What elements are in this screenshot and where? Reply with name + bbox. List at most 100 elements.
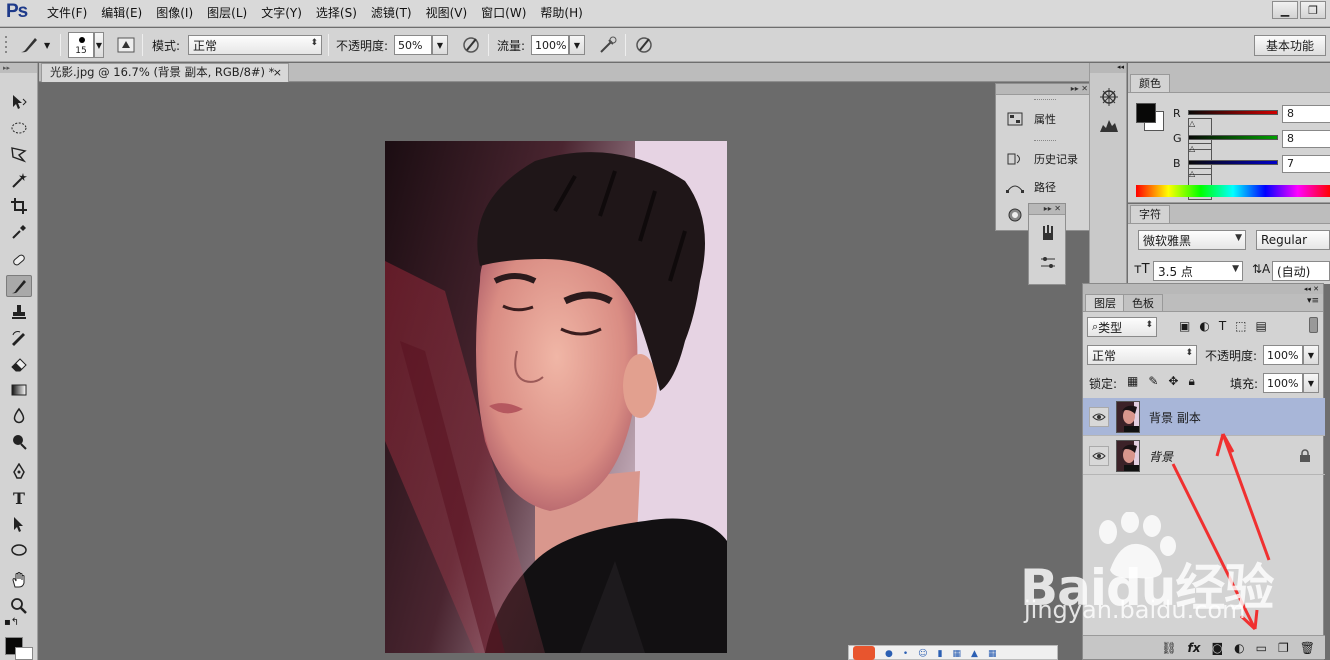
ime-lang-icon[interactable]: ● (885, 649, 893, 659)
eyedropper-tool[interactable] (6, 221, 32, 243)
move-tool[interactable] (6, 91, 32, 113)
canvas-area[interactable] (39, 83, 1089, 660)
zoom-tool[interactable] (6, 595, 32, 617)
type-tool[interactable]: T (6, 487, 32, 509)
menu-layer[interactable]: 图层(L) (200, 0, 254, 27)
navigator-icon[interactable] (1099, 87, 1119, 110)
brush-dot-icon (79, 37, 85, 43)
pen-tool[interactable] (6, 461, 32, 483)
healing-brush-tool[interactable] (6, 249, 32, 271)
font-family-select[interactable]: 微软雅黑 ▼ (1138, 230, 1246, 250)
history-brush-tool[interactable] (6, 327, 32, 349)
link-icon[interactable]: ⛓ (1161, 641, 1176, 655)
leading-input[interactable]: (自动) (1272, 261, 1330, 281)
flow-dropdown[interactable]: ▼ (569, 35, 585, 55)
blue-value-input[interactable]: 7 (1282, 155, 1330, 173)
menu-file[interactable]: 文件(F) (40, 0, 94, 27)
fx-icon[interactable]: fx (1188, 641, 1201, 655)
gradient-tool[interactable] (6, 379, 32, 401)
ime-tools-icon[interactable]: ▦ (988, 649, 997, 659)
clone-stamp-tool[interactable] (6, 301, 32, 323)
color-spectrum-bar[interactable] (1136, 185, 1330, 197)
brush-panel-toggle[interactable] (116, 28, 136, 62)
document-tab[interactable]: 光影.jpg @ 16.7% (背景 副本, RGB/8#) * × (41, 63, 289, 82)
menu-edit[interactable]: 编辑(E) (94, 0, 149, 27)
font-size-input[interactable]: 3.5 点 ▼ (1153, 261, 1243, 281)
history-panel-item[interactable]: 历史记录 (996, 146, 1078, 172)
tab-color[interactable]: 颜色 (1130, 74, 1170, 92)
minimize-button[interactable]: ▁ (1272, 1, 1298, 19)
path-selection-tool[interactable] (6, 513, 32, 535)
menu-filter[interactable]: 滤镜(T) (364, 0, 419, 27)
menu-select[interactable]: 选择(S) (309, 0, 364, 27)
menu-type[interactable]: 文字(Y) (254, 0, 309, 27)
menu-image[interactable]: 图像(I) (149, 0, 200, 27)
marquee-tool[interactable] (6, 117, 32, 139)
ime-skin-icon[interactable]: ▲ (971, 649, 978, 659)
red-track[interactable] (1188, 110, 1278, 115)
tool-preset-picker[interactable]: ▼ (18, 28, 50, 62)
folder-icon[interactable]: ▭ (1256, 641, 1267, 655)
opacity-input[interactable]: 50% (394, 35, 432, 55)
arrow-select-icon (14, 517, 23, 532)
quick-selection-tool[interactable] (6, 169, 32, 191)
opacity-dropdown[interactable]: ▼ (432, 35, 448, 55)
close-icon[interactable]: × (273, 64, 282, 81)
ime-keyboard-icon[interactable]: ▦ (953, 649, 962, 659)
mask-icon[interactable]: ◙ (1212, 641, 1224, 655)
menu-window[interactable]: 窗口(W) (474, 0, 533, 27)
green-slider[interactable]: G △ 8 (1136, 130, 1330, 175)
adjustment-icon[interactable]: ◐ (1234, 641, 1244, 655)
document-image[interactable] (385, 141, 727, 653)
histogram-icon[interactable] (1099, 117, 1119, 136)
paths-panel-item[interactable]: 路径 (996, 174, 1056, 200)
panel-header[interactable]: ▸▸ ✕ (1029, 204, 1065, 215)
brush-tool[interactable] (6, 275, 32, 297)
mode-value: 正常 (193, 38, 218, 53)
blue-track[interactable] (1188, 160, 1278, 165)
brush-size-dropdown[interactable]: ▼ (94, 32, 104, 58)
red-value-input[interactable]: 8 (1282, 105, 1330, 123)
restore-button[interactable]: ❐ (1300, 1, 1326, 19)
green-value-input[interactable]: 8 (1282, 130, 1330, 148)
toolbox-collapse-icon[interactable]: ▸▸ (0, 63, 37, 73)
brush-size-picker[interactable]: 15 ▼ (68, 28, 104, 62)
foreground-color-swatch[interactable] (1136, 103, 1156, 123)
chevron-down-icon: ▼ (44, 40, 51, 50)
airbrush-toggle[interactable] (597, 28, 619, 62)
ime-punct-icon[interactable]: • (903, 649, 908, 659)
new-layer-icon[interactable]: ❐ (1278, 641, 1289, 655)
flow-input[interactable]: 100% (531, 35, 569, 55)
brush-settings-icon[interactable] (1037, 252, 1059, 274)
menu-help[interactable]: 帮助(H) (533, 0, 589, 27)
eraser-tool[interactable] (6, 353, 32, 375)
brush-presets-icon[interactable] (1037, 222, 1059, 244)
red-slider[interactable]: R △ 8 (1136, 105, 1330, 150)
ime-mic-icon[interactable]: ▮ (938, 649, 943, 659)
character-panel-tabs: 字符 (1128, 204, 1330, 224)
lasso-tool[interactable] (6, 143, 32, 165)
crop-tool[interactable] (6, 195, 32, 217)
trash-icon[interactable]: 🗑︎ (1300, 641, 1315, 655)
tab-character[interactable]: 字符 (1130, 205, 1170, 223)
blur-tool[interactable] (6, 405, 32, 427)
dodge-tool[interactable] (6, 431, 32, 453)
strip-collapse-icon[interactable]: ◂◂ (1090, 63, 1126, 73)
shape-tool[interactable] (6, 539, 32, 561)
history-label: 历史记录 (1034, 153, 1078, 166)
default-colors-icon[interactable]: ▪↰ (4, 617, 19, 628)
panel-header[interactable]: ▸▸ ✕ (996, 84, 1092, 95)
mode-select[interactable]: 正常 ⬍ (188, 35, 322, 55)
opacity-pressure-toggle[interactable] (460, 28, 482, 62)
font-style-select[interactable]: Regular (1256, 230, 1330, 250)
hand-tool[interactable] (6, 569, 32, 591)
background-color-swatch[interactable] (15, 647, 33, 660)
size-pressure-toggle[interactable] (633, 28, 655, 62)
properties-panel-item[interactable]: 属性 (996, 106, 1056, 132)
sogou-ime-icon[interactable] (853, 646, 875, 660)
green-track[interactable] (1188, 135, 1278, 140)
workspace-switcher[interactable]: 基本功能 (1254, 35, 1326, 56)
menu-view[interactable]: 视图(V) (419, 0, 475, 27)
blue-slider[interactable]: B △ 7 (1136, 155, 1330, 200)
ime-emoji-icon[interactable]: ☺ (918, 649, 927, 659)
